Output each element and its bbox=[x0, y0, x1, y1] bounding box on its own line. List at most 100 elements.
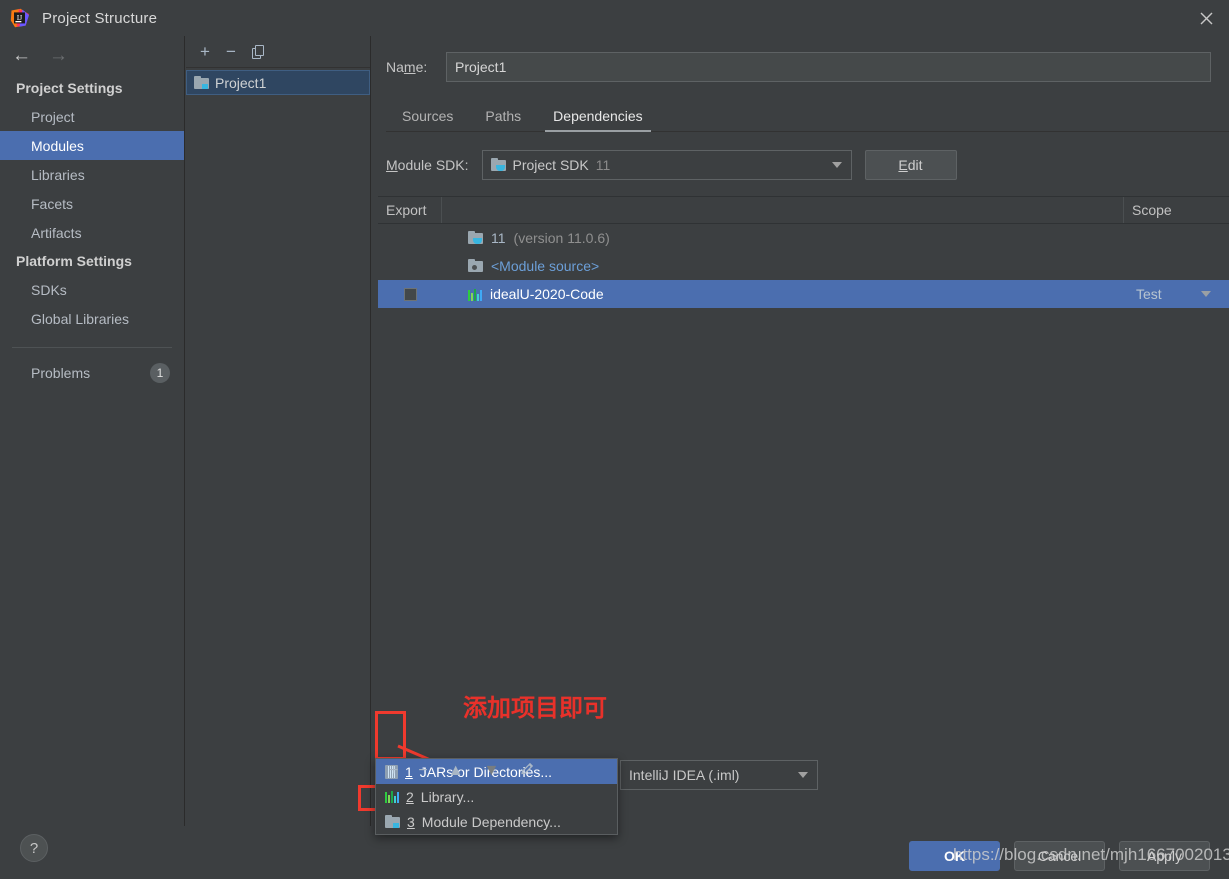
title-bar: IJ Project Structure bbox=[0, 0, 1229, 36]
library-bars-icon bbox=[385, 790, 399, 803]
module-sdk-version: 11 bbox=[595, 157, 611, 173]
chevron-down-icon bbox=[1201, 291, 1211, 297]
library-bars-icon bbox=[468, 288, 482, 301]
menu-item-number: 2 bbox=[406, 788, 414, 805]
sidebar-item-facets[interactable]: Facets bbox=[0, 189, 184, 218]
minus-icon[interactable]: − bbox=[226, 43, 236, 60]
dependencies-table: Export Scope 11 (version 11.0.6) <Module… bbox=[378, 196, 1229, 760]
tab-label: Sources bbox=[402, 108, 454, 124]
tab-sources[interactable]: Sources bbox=[386, 101, 469, 131]
window-title: Project Structure bbox=[42, 9, 158, 27]
sidebar-item-label: Problems bbox=[31, 364, 91, 381]
module-list-toolbar: + − bbox=[186, 36, 370, 68]
sidebar-item-problems[interactable]: Problems 1 bbox=[0, 358, 184, 387]
tab-dependencies[interactable]: Dependencies bbox=[537, 101, 659, 132]
svg-text:IJ: IJ bbox=[17, 13, 22, 22]
pencil-icon[interactable] bbox=[519, 761, 535, 781]
plus-icon[interactable]: + bbox=[389, 763, 398, 779]
module-sdk-dropdown[interactable]: Project SDK 11 bbox=[481, 150, 852, 180]
row-name-cell: idealU-2020-Code bbox=[442, 286, 1124, 302]
tab-label: Dependencies bbox=[553, 108, 643, 124]
arrow-right-icon[interactable]: → bbox=[49, 46, 68, 65]
module-sdk-row: Module SDK: Project SDK 11 Edit bbox=[386, 150, 1211, 180]
module-folder-icon bbox=[385, 814, 400, 829]
menu-item-module-dependency[interactable]: 3 Module Dependency... bbox=[376, 809, 617, 834]
sidebar-item-label: Project bbox=[31, 108, 75, 125]
module-source-folder-icon bbox=[468, 259, 483, 273]
tab-label: Paths bbox=[485, 108, 522, 124]
edit-sdk-button[interactable]: Edit bbox=[864, 150, 957, 180]
sidebar-group-project-settings: Project Settings bbox=[16, 80, 123, 96]
module-format-row: IntelliJ IDEA (.iml) bbox=[620, 760, 818, 790]
row-name-cell: 11 (version 11.0.6) bbox=[442, 230, 1124, 246]
arrow-left-icon[interactable]: ← bbox=[12, 46, 31, 65]
menu-item-number: 3 bbox=[407, 813, 415, 830]
sidebar-nav-arrows: ← → bbox=[0, 36, 184, 74]
row-name-cell: <Module source> bbox=[442, 258, 1124, 274]
column-header-name[interactable] bbox=[442, 197, 1124, 223]
row-name-label: 11 bbox=[491, 230, 506, 246]
chevron-down-icon bbox=[831, 162, 842, 168]
sidebar-divider bbox=[12, 347, 172, 348]
chevron-down-icon bbox=[798, 772, 808, 778]
sidebar-item-sdks[interactable]: SDKs bbox=[0, 275, 184, 304]
column-header-export[interactable]: Export bbox=[378, 197, 442, 223]
dependencies-toolbar: + − ▲ ▼ bbox=[378, 756, 535, 786]
sidebar-item-label: Facets bbox=[31, 195, 74, 212]
module-folder-icon bbox=[194, 75, 209, 90]
module-name-label: Name: bbox=[386, 59, 428, 75]
export-checkbox[interactable] bbox=[403, 287, 417, 301]
sidebar-item-artifacts[interactable]: Artifacts bbox=[0, 218, 184, 247]
table-row[interactable]: idealU-2020-Code Test bbox=[378, 280, 1229, 308]
sidebar-item-label: Artifacts bbox=[31, 224, 82, 241]
sidebar-item-label: Libraries bbox=[31, 166, 85, 183]
sidebar-item-global-libraries[interactable]: Global Libraries bbox=[0, 304, 184, 333]
module-format-value: IntelliJ IDEA (.iml) bbox=[629, 767, 740, 783]
sidebar-item-label: SDKs bbox=[31, 281, 67, 298]
module-list-item-label: Project1 bbox=[215, 74, 267, 91]
module-sdk-value: Project SDK bbox=[512, 157, 589, 173]
column-header-scope[interactable]: Scope bbox=[1124, 197, 1229, 223]
sidebar-item-modules[interactable]: Modules bbox=[0, 131, 184, 160]
sidebar-group-platform-settings: Platform Settings bbox=[16, 253, 132, 269]
row-scope-label: Test bbox=[1136, 286, 1162, 302]
copy-icon[interactable] bbox=[251, 44, 265, 59]
java-sdk-folder-icon bbox=[490, 158, 506, 172]
module-list-panel: + − Project1 bbox=[186, 36, 371, 826]
help-button[interactable]: ? bbox=[20, 834, 48, 862]
settings-sidebar: ← → Project Settings Project Modules Lib… bbox=[0, 36, 185, 826]
watermark-text: https://blog.csdn.net/mjh1667002013 bbox=[953, 845, 1229, 864]
menu-item-label: Library... bbox=[420, 788, 475, 805]
arrow-down-icon[interactable]: ▼ bbox=[484, 763, 500, 779]
row-name-label: <Module source> bbox=[491, 258, 600, 274]
project-structure-dialog: IJ Project Structure ← → Project Setting… bbox=[0, 0, 1229, 879]
sidebar-item-libraries[interactable]: Libraries bbox=[0, 160, 184, 189]
minus-icon[interactable]: − bbox=[418, 763, 427, 779]
module-tabs: Sources Paths Dependencies bbox=[386, 98, 1229, 132]
row-name-label: idealU-2020-Code bbox=[490, 286, 604, 302]
tab-paths[interactable]: Paths bbox=[469, 101, 537, 131]
intellij-idea-logo: IJ bbox=[10, 8, 30, 28]
row-export-cell bbox=[378, 287, 442, 301]
annotation-note: 添加项目即可 bbox=[463, 694, 607, 722]
arrow-up-icon[interactable]: ▲ bbox=[448, 763, 464, 779]
close-icon[interactable] bbox=[1183, 0, 1229, 36]
module-list-item-project1[interactable]: Project1 bbox=[186, 70, 370, 95]
sidebar-item-label: Modules bbox=[31, 137, 84, 154]
row-scope-dropdown[interactable]: Test bbox=[1124, 286, 1229, 302]
module-format-dropdown[interactable]: IntelliJ IDEA (.iml) bbox=[620, 760, 818, 790]
module-sdk-label: Module SDK: bbox=[386, 157, 469, 173]
plus-icon[interactable]: + bbox=[200, 43, 210, 60]
module-name-input[interactable] bbox=[446, 52, 1211, 82]
table-row[interactable]: 11 (version 11.0.6) bbox=[378, 224, 1229, 252]
module-name-row: Name: bbox=[386, 50, 1211, 84]
row-name-suffix: (version 11.0.6) bbox=[513, 230, 610, 246]
dependencies-table-header: Export Scope bbox=[378, 197, 1229, 224]
sidebar-item-label: Global Libraries bbox=[31, 310, 130, 327]
java-sdk-folder-icon bbox=[468, 231, 483, 245]
sidebar-item-project[interactable]: Project bbox=[0, 102, 184, 131]
menu-item-library[interactable]: 2 Library... bbox=[376, 784, 617, 809]
problems-count-badge: 1 bbox=[150, 362, 170, 383]
menu-item-label: Module Dependency... bbox=[421, 813, 561, 830]
table-row[interactable]: <Module source> bbox=[378, 252, 1229, 280]
